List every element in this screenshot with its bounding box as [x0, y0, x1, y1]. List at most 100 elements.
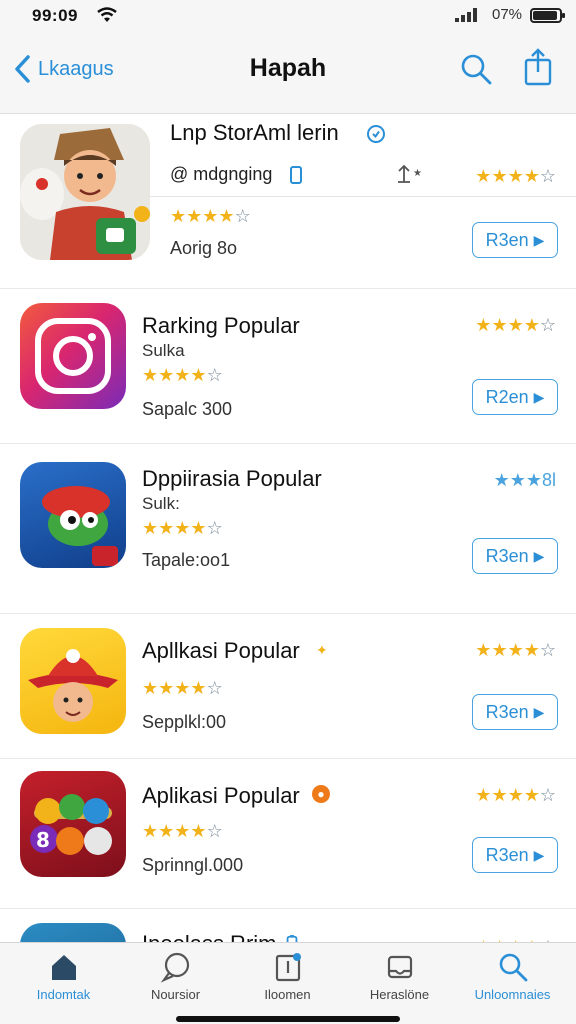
get-button-label: R3en	[485, 545, 529, 566]
app-meta: Sepplkl:00	[142, 712, 227, 732]
app-row[interactable]: Lnp StorAml lerin @ mdgnging ★ ★★★★☆ ★★★…	[0, 114, 576, 289]
app-row[interactable]: Rarking Popular Sulka ★★★★☆ ★★★★☆ Sapalc…	[0, 289, 576, 444]
tab-games[interactable]: Noursior	[118, 951, 233, 1002]
app-name: Apllkasi Popular	[142, 638, 300, 663]
at-icon: @	[170, 164, 189, 184]
star-filled-icon: ★	[190, 365, 207, 385]
app-name: Rarking Popular	[142, 313, 300, 338]
app-icon-portrait[interactable]	[20, 923, 126, 942]
star-filled-icon: ★	[475, 315, 492, 335]
bird-character-image	[42, 486, 118, 566]
tab-label: Heraslöne	[369, 987, 430, 1002]
star-filled-icon: ★	[475, 640, 492, 660]
tab-search[interactable]: Unloomnaies	[455, 951, 570, 1002]
star-filled-icon: ★	[190, 821, 207, 841]
star-filled-icon: ★	[507, 640, 524, 660]
signal-icon	[455, 8, 477, 22]
inbox-icon	[387, 955, 412, 979]
get-button[interactable]: R3en ▶	[472, 222, 558, 258]
svg-text:8: 8	[36, 828, 50, 852]
info-badge-icon: ●	[312, 785, 330, 803]
star-empty-icon: ☆	[539, 785, 556, 805]
star-filled-icon: ★	[523, 166, 540, 186]
app-icon-hat-character[interactable]	[20, 628, 126, 734]
battery-percent: 07%	[492, 6, 523, 23]
app-meta: Tapale:oo1	[142, 550, 231, 570]
star-filled-icon: ★	[158, 821, 175, 841]
colorful-balls-image: 8	[30, 794, 112, 855]
star-filled-icon: ★	[491, 640, 508, 660]
rating-text-right: ★★★8l	[493, 470, 556, 490]
share-icon[interactable]	[522, 48, 554, 86]
tab-updates[interactable]: Iloomen	[230, 951, 345, 1002]
developer-row: @ mdgnging	[170, 164, 272, 185]
rating-stars: ★★★★☆	[142, 678, 223, 699]
star-filled-icon: ★	[174, 821, 191, 841]
tab-label: Indomtak	[36, 987, 91, 1002]
cartoon-character-image	[20, 124, 150, 260]
search-icon	[499, 953, 527, 982]
rating-stars: ★★★★☆	[142, 365, 223, 386]
app-row[interactable]: Apllkasi Popular ✦ ★★★★☆ ★★★★☆ Sepplkl:0…	[0, 614, 576, 759]
star-filled-icon: ★	[507, 785, 524, 805]
get-button-label: R3en	[485, 844, 529, 865]
app-name: Dppiirasia Popular	[142, 466, 322, 491]
tab-inbox[interactable]: Heraslöne	[342, 951, 457, 1002]
get-button[interactable]: R3en ▶	[472, 837, 558, 873]
app-icon-camera[interactable]	[20, 303, 126, 409]
star-filled-icon: ★	[174, 365, 191, 385]
search-icon[interactable]	[459, 52, 493, 86]
star-filled-icon: ★	[158, 678, 175, 698]
app-name: Aplikasi Popular	[142, 783, 300, 808]
star-filled-icon: ★	[158, 518, 175, 538]
updates-icon	[275, 953, 301, 982]
star-filled-icon: ★	[174, 518, 191, 538]
rating-stars: ★★★★☆	[142, 518, 223, 539]
star-filled-icon: ★	[218, 206, 235, 226]
tab-today[interactable]: Indomtak	[6, 951, 121, 1002]
ranking-icon: ★	[398, 164, 422, 183]
star-empty-icon: ☆	[206, 678, 223, 698]
star-filled-icon: ★	[475, 785, 492, 805]
app-row[interactable]: Dppiirasia Popular Sulk: ★★★★☆ ★★★8l Tap…	[0, 444, 576, 614]
camera-icon	[35, 318, 111, 394]
star-filled-icon: ★	[507, 315, 524, 335]
app-icon-bird[interactable]	[20, 462, 126, 568]
star-filled-icon: ★	[158, 365, 175, 385]
phone-icon	[290, 166, 302, 184]
star-filled-icon: ★	[190, 678, 207, 698]
play-icon: ▶	[533, 388, 545, 405]
star-filled-icon: ★	[202, 206, 219, 226]
app-category: Sulk:	[142, 494, 180, 513]
status-bar: 99:09 07%	[0, 0, 576, 34]
app-row[interactable]: Inoolass Rrim ★★★★☆	[0, 909, 576, 942]
app-icon-balls[interactable]: 8	[20, 771, 126, 877]
star-empty-icon: ☆	[539, 166, 556, 186]
star-filled-icon: ★	[174, 678, 191, 698]
wifi-icon	[97, 7, 117, 22]
star-filled-icon: ★	[491, 785, 508, 805]
home-indicator	[176, 1016, 400, 1022]
get-button[interactable]: R3en ▶	[472, 538, 558, 574]
app-icon-character[interactable]	[20, 124, 150, 260]
star-filled-icon: ★	[186, 206, 203, 226]
rating-stars-right: ★★★★☆	[475, 640, 556, 661]
app-name: Inoolass Rrim	[142, 931, 276, 942]
app-row[interactable]: 8 Aplikasi Popular ● ★★★★☆ ★★★★☆ Sprinng…	[0, 759, 576, 909]
play-icon: ▶	[533, 547, 545, 564]
chat-icon	[160, 952, 189, 983]
home-icon	[51, 955, 76, 980]
star-filled-icon: ★	[523, 315, 540, 335]
svg-text:★: ★	[413, 168, 422, 179]
star-filled-icon: ★	[523, 785, 540, 805]
star-empty-icon: ☆	[206, 365, 223, 385]
battery-icon	[530, 8, 565, 23]
get-button[interactable]: R3en ▶	[472, 694, 558, 730]
app-name: Lnp StorAml lerin	[170, 120, 339, 145]
tab-label: Unloomnaies	[474, 987, 551, 1002]
battery-badge-icon	[286, 935, 298, 942]
star-filled-icon: ★	[491, 315, 508, 335]
star-filled-icon: ★	[142, 518, 159, 538]
developer-name: mdgnging	[193, 164, 273, 184]
get-button[interactable]: R2en ▶	[472, 379, 558, 415]
